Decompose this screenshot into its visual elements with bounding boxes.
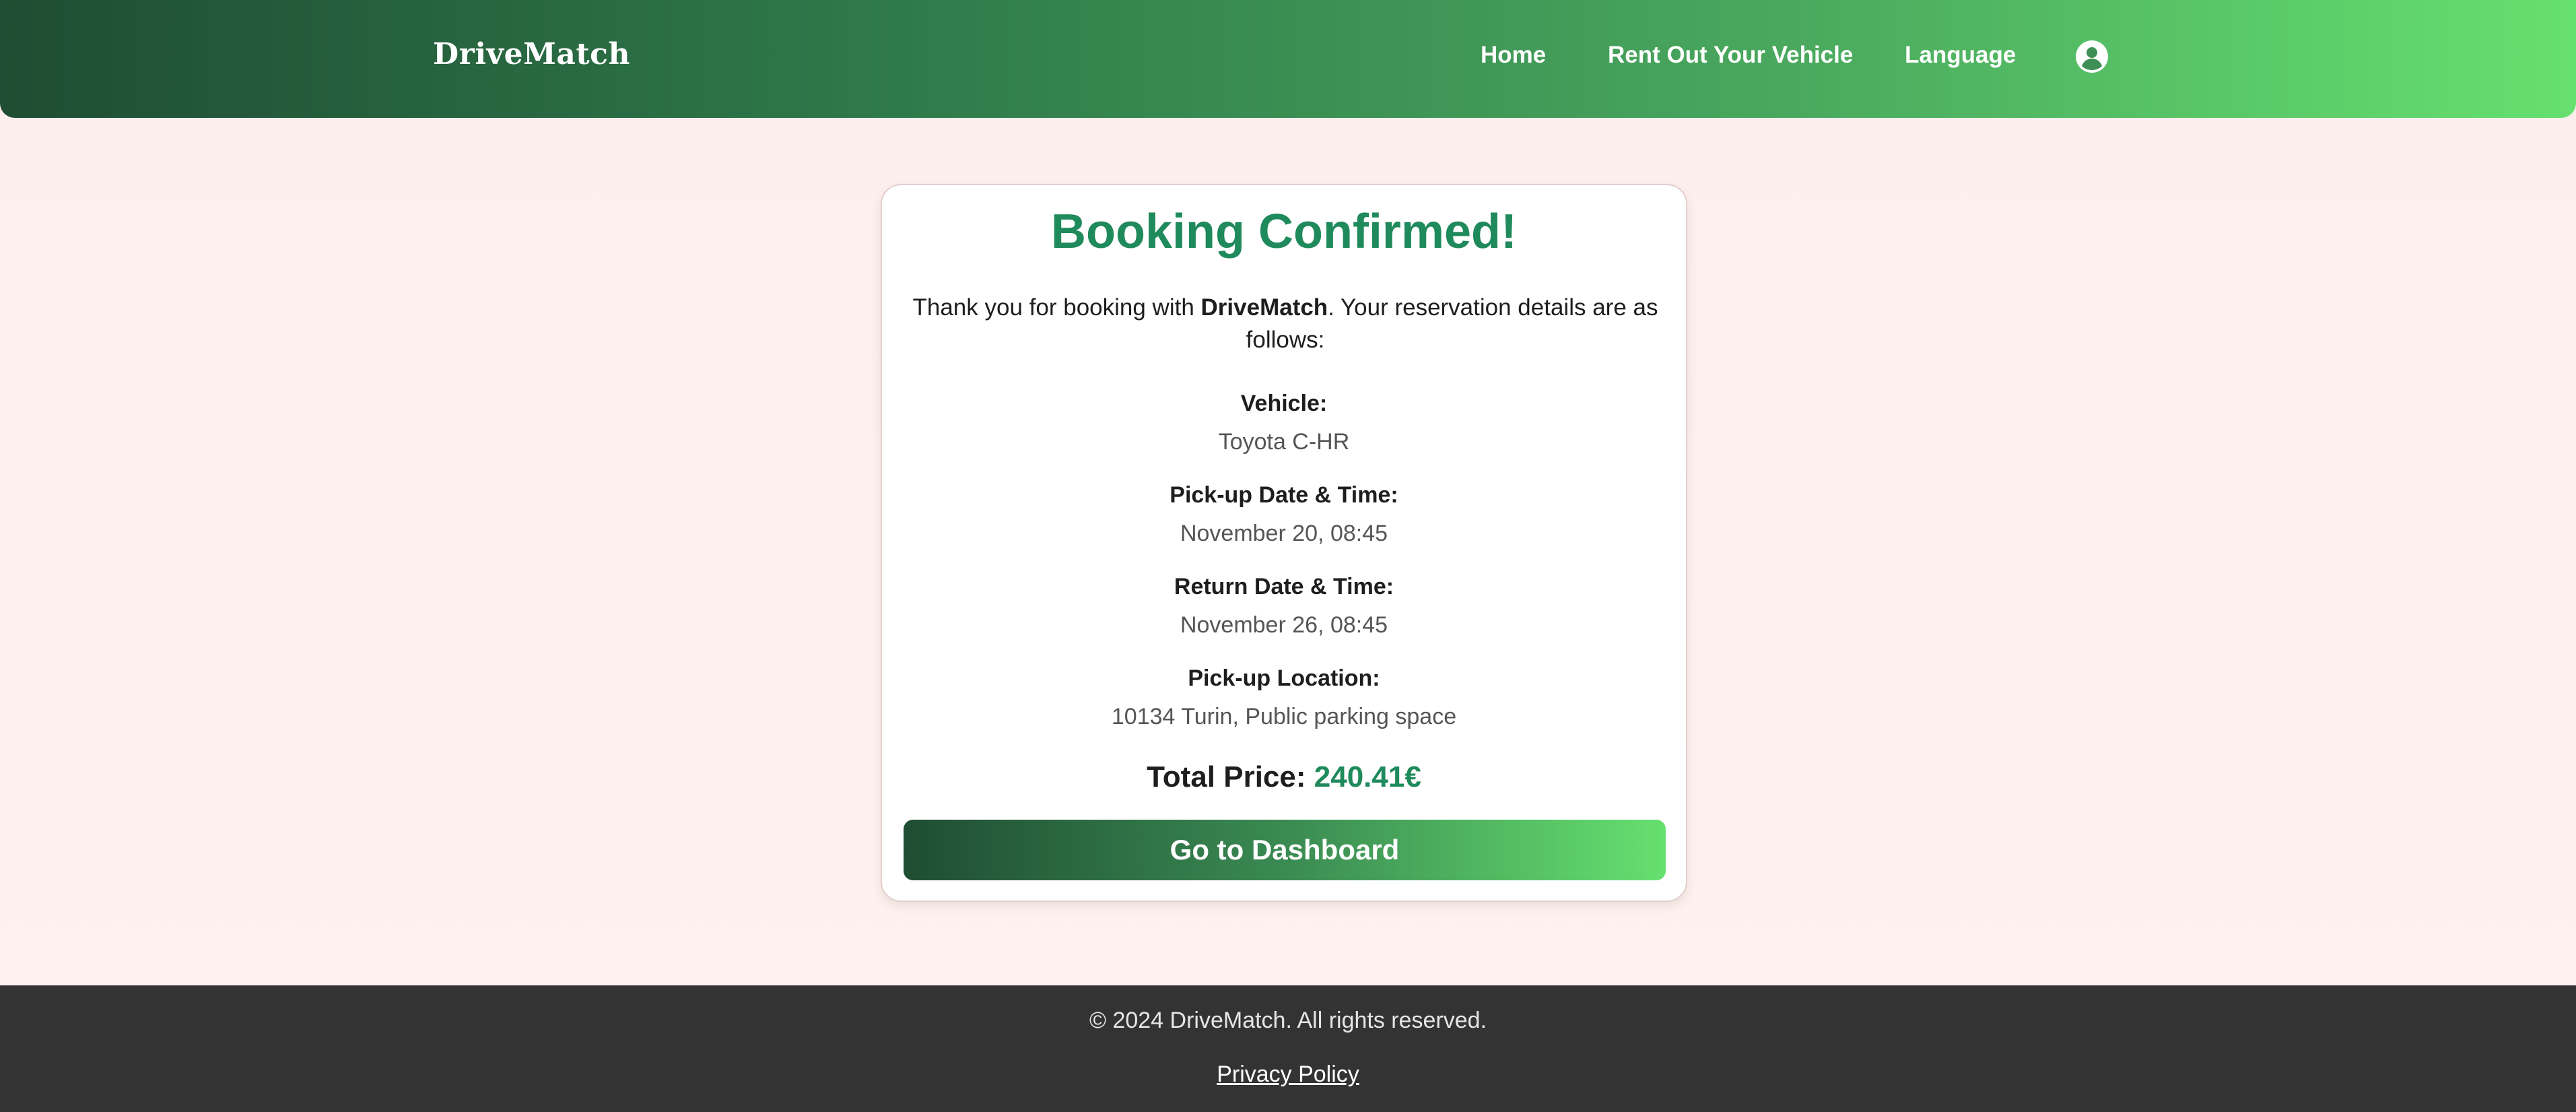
confirmation-intro: Thank you for booking with DriveMatch. Y… — [902, 292, 1668, 356]
pickup-location-label: Pick-up Location: — [1188, 665, 1380, 691]
return-datetime-label: Return Date & Time: — [1174, 574, 1394, 599]
intro-brand: DriveMatch — [1200, 294, 1328, 321]
total-price: Total Price: 240.41€ — [882, 760, 1686, 794]
privacy-policy-link[interactable]: Privacy Policy — [0, 1061, 2576, 1088]
pickup-datetime-label: Pick-up Date & Time: — [1170, 482, 1398, 508]
nav-link-rent-out-vehicle[interactable]: Rent Out Your Vehicle — [1608, 42, 1853, 69]
pickup-location-value: 10134 Turin, Public parking space — [1111, 704, 1457, 729]
vehicle-label: Vehicle: — [1240, 391, 1328, 416]
nav-link-home[interactable]: Home — [1481, 42, 1546, 69]
total-price-label: Total Price: — [1147, 760, 1306, 793]
go-to-dashboard-button[interactable]: Go to Dashboard — [904, 820, 1666, 880]
footer-copyright: © 2024 DriveMatch. All rights reserved. — [1089, 1008, 1487, 1033]
total-price-amount: 240.41€ — [1314, 760, 1421, 793]
brand-logo[interactable]: DriveMatch — [433, 37, 630, 71]
confirmation-title: Booking Confirmed! — [1051, 205, 1517, 259]
vehicle-value: Toyota C-HR — [1218, 429, 1350, 455]
booking-confirmation-card: Booking Confirmed! Thank you for booking… — [881, 184, 1687, 902]
intro-prefix: Thank you for booking with — [912, 294, 1201, 321]
return-datetime-value: November 26, 08:45 — [1180, 612, 1388, 638]
nav-link-language[interactable]: Language — [1905, 42, 2016, 69]
top-navbar: DriveMatch Home Rent Out Your Vehicle La… — [0, 0, 2576, 118]
page-footer: © 2024 DriveMatch. All rights reserved. … — [0, 985, 2576, 1112]
pickup-datetime-value: November 20, 08:45 — [1180, 521, 1388, 546]
user-circle-icon[interactable] — [2075, 40, 2109, 73]
